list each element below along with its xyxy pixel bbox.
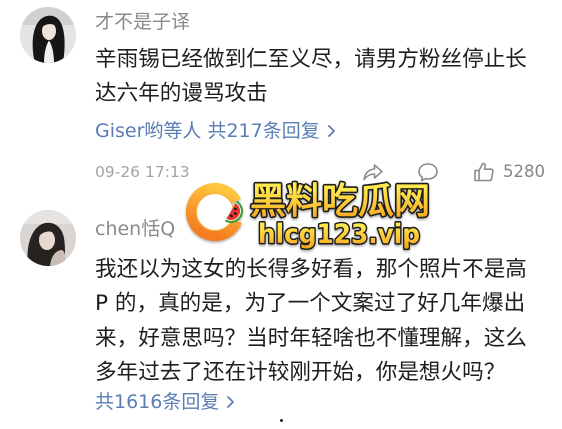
page-indicator-dot <box>280 419 283 422</box>
username[interactable]: chen恬Q <box>95 218 175 240</box>
timestamp: 09-26 17:13 <box>95 163 190 181</box>
chevron-right-icon[interactable] <box>327 124 336 138</box>
avatar[interactable] <box>20 7 76 63</box>
chevron-right-icon[interactable] <box>226 395 235 409</box>
comment-icon[interactable] <box>416 160 440 184</box>
username[interactable]: 才不是子译 <box>95 11 190 33</box>
comment-text-line: 我还以为这女的长得多好看，那个照片不是高 <box>95 257 527 282</box>
replies-link[interactable]: Giser哟等人 共217条回复 <box>95 120 336 142</box>
avatar-photo[interactable] <box>20 7 76 63</box>
replies-label[interactable]: Giser哟等人 共217条回复 <box>95 120 320 142</box>
avatar-photo[interactable] <box>20 210 76 266</box>
share-icon[interactable] <box>361 160 385 184</box>
comment-text-line: 达六年的谩骂攻击 <box>95 81 268 106</box>
avatar[interactable] <box>20 210 76 266</box>
comment-item: chen恬Q 我还以为这女的长得多好看，那个照片不是高 P 的，真的是，为了一个… <box>0 200 562 429</box>
like-button[interactable]: 5280 <box>472 160 545 184</box>
replies-link[interactable]: 共1616条回复 <box>95 391 235 413</box>
comment-button[interactable] <box>416 160 440 184</box>
comment-text-line: 辛雨锡已经做到仁至义尽，请男方粉丝停止长 <box>95 47 527 72</box>
thumbs-up-icon[interactable] <box>472 160 496 184</box>
replies-label[interactable]: 共1616条回复 <box>95 391 219 413</box>
comment-item: 才不是子译 辛雨锡已经做到仁至义尽，请男方粉丝停止长 达六年的谩骂攻击 Gise… <box>0 0 562 200</box>
comment-text-line: 多年过去了还在计较刚开始，你是想火吗？ <box>95 360 506 385</box>
comment-text-line: 来，好意思吗？当时年轻啥也不懂理解，这么 <box>95 326 527 351</box>
comment-text-line: P 的，真的是，为了一个文案过了好几年爆出 <box>95 291 526 316</box>
like-count: 5280 <box>503 162 545 181</box>
share-button[interactable] <box>361 160 385 184</box>
